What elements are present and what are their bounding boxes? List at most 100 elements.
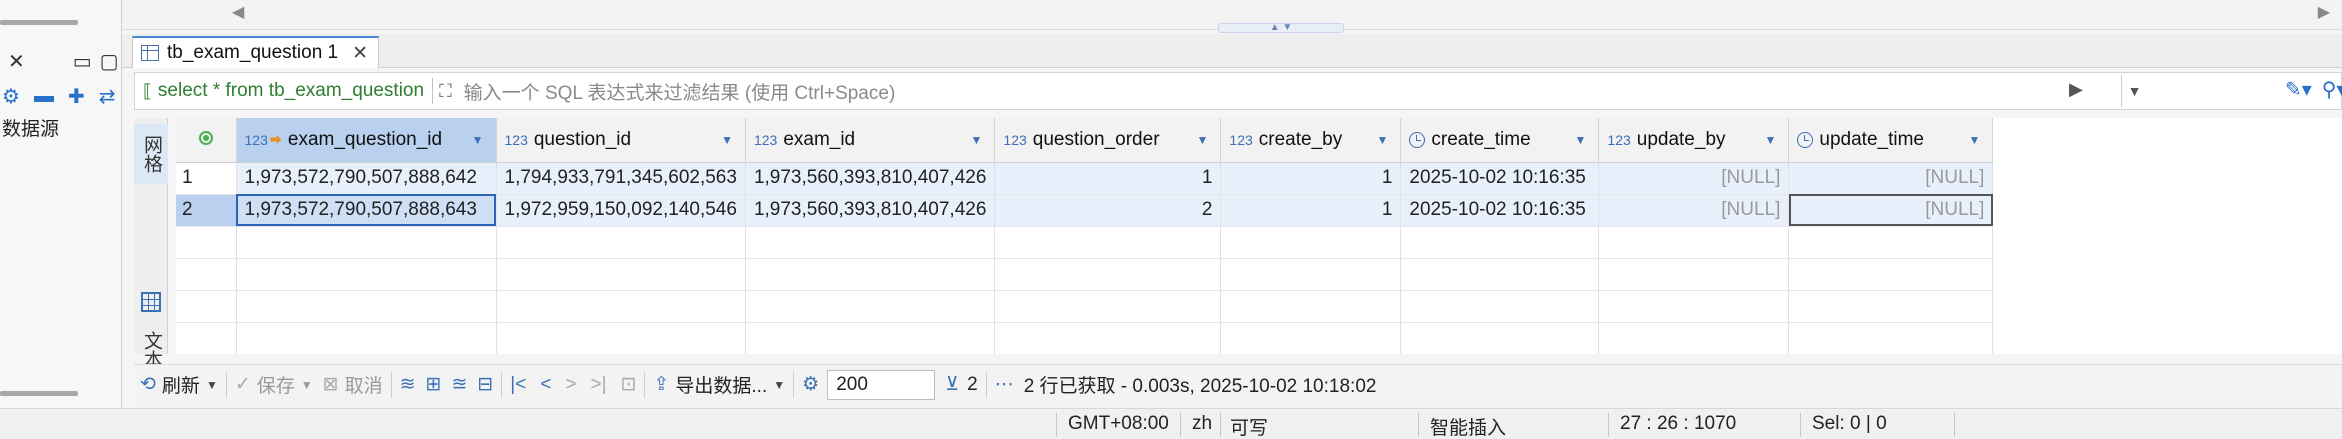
empty-cell xyxy=(176,226,237,259)
datetime-type-icon xyxy=(1409,131,1426,148)
row-number-header[interactable] xyxy=(176,118,237,163)
cell-create-time[interactable]: 2025-10-02 10:16:35 xyxy=(1400,194,1600,227)
scroll-left-icon[interactable]: ◀ xyxy=(232,2,244,22)
filter-icon[interactable]: ⚲▾ xyxy=(2322,77,2342,102)
status-separator xyxy=(1220,413,1221,437)
column-header-exam-question-id[interactable]: 123 ⮕ exam_question_id ▼ xyxy=(236,118,497,163)
cell-exam-id[interactable]: 1,973,560,393,810,407,426 xyxy=(745,162,996,195)
cell-question-order[interactable]: 1 xyxy=(994,162,1222,195)
empty-cell xyxy=(745,226,996,259)
filter-input[interactable]: 输入一个 SQL 表达式来过滤结果 (使用 Ctrl+Space) xyxy=(464,78,896,105)
edit-row-icon[interactable]: ≋ xyxy=(400,373,416,396)
gear-icon[interactable]: ⚙ xyxy=(2,84,20,109)
chevron-down-icon[interactable]: ▼ xyxy=(206,378,218,392)
column-header-update-by[interactable]: 123 update_by ▼ xyxy=(1598,118,1790,163)
row-number[interactable]: 2 xyxy=(176,194,237,227)
sort-dropdown-icon[interactable]: ▼ xyxy=(1969,133,1981,147)
close-icon[interactable]: ✕ xyxy=(8,49,25,74)
sort-dropdown-icon[interactable]: ▼ xyxy=(1765,133,1777,147)
column-header-create-time[interactable]: create_time ▼ xyxy=(1400,118,1600,163)
fetch-all-icon[interactable]: ⊡ xyxy=(621,373,637,396)
sort-dropdown-icon[interactable]: ▼ xyxy=(1197,133,1209,147)
close-tab-icon[interactable]: ✕ xyxy=(352,42,368,65)
toolbar-separator xyxy=(793,371,795,398)
editor-tab[interactable]: tb_exam_question 1 ✕ xyxy=(132,36,380,68)
empty-cell xyxy=(745,322,996,354)
editor-tab-label: tb_exam_question 1 xyxy=(167,42,339,63)
expand-icon[interactable]: ⛶ xyxy=(439,81,452,102)
panel-resize-handle[interactable]: ▲ ▼ xyxy=(1218,23,1344,33)
add-icon[interactable]: ✚ xyxy=(68,84,85,109)
empty-cell xyxy=(1220,322,1402,354)
navigator-tab-strip: ✕ ▭ ▢ xyxy=(0,46,122,76)
tab-grid[interactable]: 网格 xyxy=(134,124,168,184)
next-page-icon[interactable]: > xyxy=(565,374,576,396)
cell-exam-id[interactable]: 1,973,560,393,810,407,426 xyxy=(745,194,996,227)
editor-tab-row: tb_exam_question 1 ✕ xyxy=(122,34,2342,68)
cell-update-time[interactable]: [NULL] xyxy=(1788,194,1994,227)
empty-cell xyxy=(1788,290,1994,323)
export-button[interactable]: ⇪ 导出数据... ▼ xyxy=(653,371,785,398)
scroll-right-icon[interactable]: ▶ xyxy=(2318,2,2330,22)
maximize-icon[interactable]: ▢ xyxy=(100,49,119,74)
number-type-icon: 123 xyxy=(753,131,778,148)
tree-item-datasource[interactable]: 数据源 xyxy=(2,114,59,141)
cell-create-by[interactable]: 1 xyxy=(1220,162,1402,195)
cell-question-id[interactable]: 1,972,959,150,092,140,546 xyxy=(496,194,746,227)
sql-query-text[interactable]: select * from tb_exam_question xyxy=(158,80,424,102)
table-row[interactable]: 1 1,973,572,790,507,888,642 1,794,933,79… xyxy=(176,162,2010,195)
toolbar-separator xyxy=(390,371,392,398)
sort-dropdown-icon[interactable]: ▼ xyxy=(1377,133,1389,147)
previous-page-icon[interactable]: < xyxy=(540,374,551,396)
header-row: 123 ⮕ exam_question_id ▼ 123 question_id… xyxy=(176,118,2010,163)
copy-row-icon[interactable]: ≊ xyxy=(451,373,467,396)
cell-create-time[interactable]: 2025-10-02 10:16:35 xyxy=(1400,162,1600,195)
cell-update-by[interactable]: [NULL] xyxy=(1598,194,1790,227)
cell-question-id[interactable]: 1,794,933,791,345,602,563 xyxy=(496,162,746,195)
cell-create-by[interactable]: 1 xyxy=(1220,194,1402,227)
column-header-question-order[interactable]: 123 question_order ▼ xyxy=(994,118,1222,163)
scrollbar-top[interactable] xyxy=(0,20,78,25)
export-label: 导出数据... xyxy=(675,376,768,397)
check-circle-icon: ✓ xyxy=(234,374,251,395)
sort-dropdown-icon[interactable]: ▼ xyxy=(1575,133,1587,147)
cell-exam-question-id[interactable]: 1,973,572,790,507,888,642 xyxy=(236,162,497,195)
empty-cell xyxy=(236,226,497,259)
minimize-icon[interactable]: ▭ xyxy=(73,49,92,74)
more-icon[interactable]: ⋯ xyxy=(995,373,1014,396)
fetch-size-input[interactable]: 200 xyxy=(827,369,936,400)
delete-row-icon[interactable]: ⊟ xyxy=(477,373,493,396)
results-toolbar: ⟲ 刷新 ▼ ✓ 保存 ▼ ⊠ 取消 ≋ ⊞ ≊ ⊟ |< < > >| ⊡ ⇪… xyxy=(134,364,2342,404)
column-header-exam-id[interactable]: 123 exam_id ▼ xyxy=(745,118,996,163)
column-header-question-id[interactable]: 123 question_id ▼ xyxy=(496,118,746,163)
grid-icon[interactable] xyxy=(141,292,161,312)
filter-history-dropdown[interactable]: ▼ xyxy=(2121,75,2147,107)
column-header-update-time[interactable]: update_time ▼ xyxy=(1788,118,1994,163)
cell-update-time[interactable]: [NULL] xyxy=(1788,162,1994,195)
settings-gear-icon[interactable]: ⚙ xyxy=(802,373,819,396)
sort-dropdown-icon[interactable]: ▼ xyxy=(971,133,983,147)
link-icon[interactable]: ⇄ xyxy=(99,84,116,109)
sort-dropdown-icon[interactable]: ▼ xyxy=(472,133,484,147)
cell-question-order[interactable]: 2 xyxy=(994,194,1222,227)
cell-exam-question-id[interactable]: 1,973,572,790,507,888,643 xyxy=(236,194,497,227)
column-header-create-by[interactable]: 123 create_by ▼ xyxy=(1220,118,1402,163)
first-page-icon[interactable]: |< xyxy=(510,374,526,396)
eraser-icon[interactable]: ✎▾ xyxy=(2285,77,2312,102)
apply-filter-icon[interactable]: ▶ xyxy=(2069,79,2083,100)
cancel-button[interactable]: ⊠ 取消 xyxy=(323,371,383,398)
add-row-icon[interactable]: ⊞ xyxy=(426,373,442,396)
chevron-down-icon[interactable]: ▼ xyxy=(301,378,313,392)
row-number[interactable]: 1 xyxy=(176,162,237,195)
save-button[interactable]: ✓ 保存 ▼ xyxy=(235,371,313,398)
empty-cell xyxy=(1598,258,1790,291)
chevron-down-icon[interactable]: ▼ xyxy=(773,378,785,392)
last-page-icon[interactable]: >| xyxy=(591,374,607,396)
collapse-icon[interactable]: ▬ xyxy=(34,85,54,108)
toolbar-separator xyxy=(225,371,227,398)
table-row[interactable]: 2 1,973,572,790,507,888,643 1,972,959,15… xyxy=(176,194,2010,227)
refresh-button[interactable]: ⟲ 刷新 ▼ xyxy=(140,371,218,398)
horizontal-scrollbar[interactable] xyxy=(0,391,78,396)
cell-update-by[interactable]: [NULL] xyxy=(1598,162,1790,195)
sort-dropdown-icon[interactable]: ▼ xyxy=(721,133,733,147)
